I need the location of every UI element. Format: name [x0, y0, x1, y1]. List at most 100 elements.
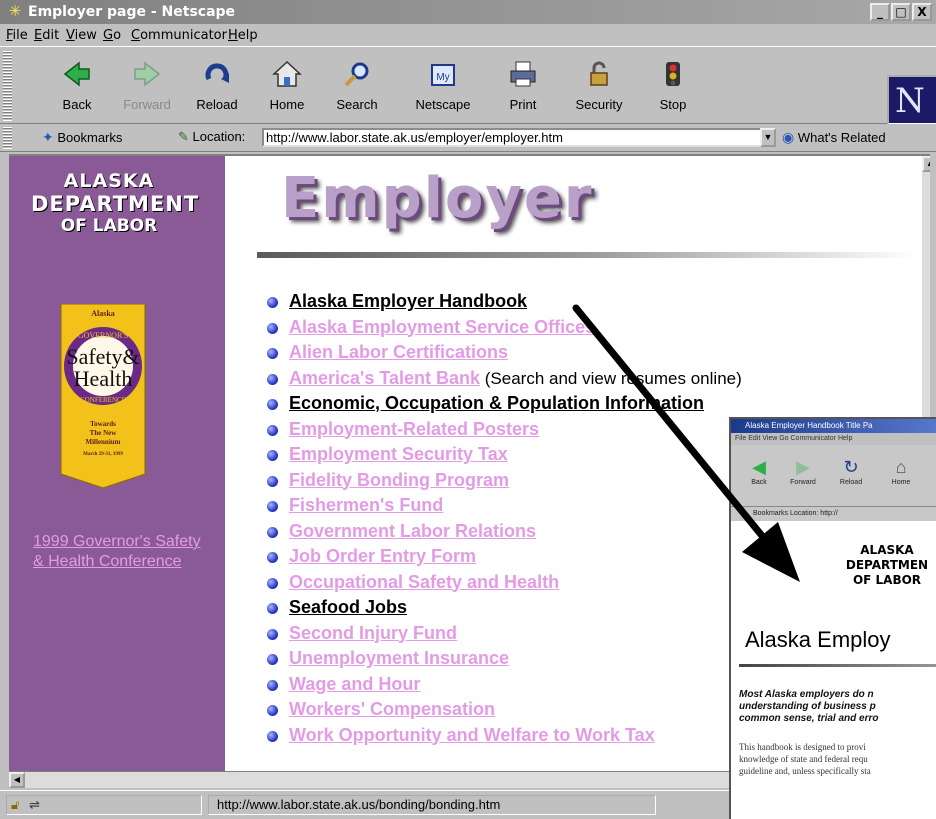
list-item: Alaska Employment Service Offices: [267, 317, 742, 343]
stop-button[interactable]: Stop: [640, 57, 706, 119]
menu-communicator[interactable]: Communicator: [131, 28, 227, 43]
menu-help[interactable]: Help: [228, 28, 258, 43]
reload-button[interactable]: Reload: [184, 57, 250, 119]
security-button[interactable]: Security: [566, 57, 632, 119]
employer-link[interactable]: Employment Security Tax: [289, 444, 508, 464]
list-item: America's Talent Bank (Search and view r…: [267, 368, 742, 394]
employer-link[interactable]: Seafood Jobs: [289, 597, 407, 617]
whats-related-button[interactable]: ◉ What's Related: [782, 126, 886, 148]
employer-link[interactable]: Alaska Employment Service Offices: [289, 317, 595, 337]
employer-link[interactable]: Work Opportunity and Welfare to Work Tax: [289, 725, 655, 745]
reload-label: Reload: [196, 97, 238, 112]
inset-reload-button: ↻ Reload: [831, 455, 871, 486]
inset-reload-icon: ↻: [843, 457, 859, 477]
employer-link[interactable]: Workers' Compensation: [289, 699, 495, 719]
page-proxy-icon[interactable]: ✎: [178, 129, 189, 144]
back-button[interactable]: Back: [44, 57, 110, 119]
location-label-text: Location:: [192, 129, 246, 144]
page-title: Employer: [281, 166, 594, 231]
inset-body-line: guideline and, unless specifically sta: [739, 766, 871, 776]
location-toolbar-grip[interactable]: [3, 127, 12, 149]
employer-link[interactable]: Government Labor Relations: [289, 521, 536, 541]
department-of-labor-logo[interactable]: ALASKA DEPARTMENT OF LABOR: [31, 170, 198, 250]
conference-link[interactable]: 1999 Governor's Safety & Health Conferen…: [33, 532, 213, 572]
bullet-icon: [267, 679, 278, 691]
bullet-icon: [267, 501, 278, 512]
inset-title-bar: Alaska Employer Handbook Title Pa: [731, 419, 936, 433]
list-item: Wage and Hour: [267, 674, 742, 700]
location-url-field[interactable]: http://www.labor.state.ak.us/employer/em…: [262, 128, 776, 147]
back-arrow-icon: [61, 59, 93, 89]
badge-towards-text: Towards: [90, 420, 116, 428]
toolbar-grip[interactable]: [3, 51, 12, 121]
inset-home-button: ⌂ Home: [881, 455, 921, 486]
maximize-button[interactable]: □: [891, 3, 911, 21]
inset-home-label: Home: [891, 479, 911, 486]
employer-link[interactable]: Alaska Employer Handbook: [289, 291, 527, 311]
inset-forward-label: Forward: [790, 479, 816, 486]
employer-link[interactable]: Occupational Safety and Health: [289, 572, 559, 592]
bullet-icon: [267, 552, 278, 563]
employer-link[interactable]: Fishermen's Fund: [289, 495, 443, 515]
handbook-inset-screenshot: Alaska Employer Handbook Title Pa File E…: [729, 417, 936, 819]
whats-related-label: What's Related: [797, 130, 886, 145]
inset-logo-line-3: OF LABOR: [852, 573, 922, 587]
home-button[interactable]: Home: [254, 57, 320, 119]
netscape-button[interactable]: My Netscape: [410, 57, 476, 119]
menu-edit[interactable]: Edit: [34, 28, 59, 43]
inset-forward-button: ▶ Forward: [783, 455, 823, 486]
inset-back-icon: ◀: [752, 457, 766, 477]
inset-body-text: This handbook is designed to provi knowl…: [739, 741, 936, 777]
employer-link[interactable]: Wage and Hour: [289, 674, 420, 694]
forward-button[interactable]: Forward: [114, 57, 180, 119]
bookmarks-button[interactable]: ✦ Bookmarks: [42, 126, 122, 148]
employer-link[interactable]: Employment-Related Posters: [289, 419, 539, 439]
inset-location-bar: Bookmarks Location: http://: [731, 507, 936, 521]
list-item: Economic, Occupation & Population Inform…: [267, 393, 742, 419]
menu-view[interactable]: View: [66, 28, 97, 43]
home-label: Home: [269, 97, 305, 112]
list-item: Employment-Related Posters: [267, 419, 742, 445]
employer-link[interactable]: Fidelity Bonding Program: [289, 470, 509, 490]
list-item: Occupational Safety and Health: [267, 572, 742, 598]
employer-link[interactable]: America's Talent Bank: [289, 368, 480, 388]
employer-link[interactable]: Job Order Entry Form: [289, 546, 476, 566]
netscape-throbber[interactable]: N: [887, 75, 936, 125]
list-item: Fidelity Bonding Program: [267, 470, 742, 496]
inset-home-icon: ⌂: [895, 457, 907, 477]
inset-menu-bar: File Edit View Go Communicator Help: [731, 433, 936, 445]
scroll-left-button[interactable]: ◀: [9, 772, 25, 788]
employer-link[interactable]: Alien Labor Certifications: [289, 342, 508, 362]
location-toolbar: ✦ Bookmarks ✎ Location: http://www.labor…: [0, 124, 936, 152]
inset-toolbar: ◀ Back ▶ Forward ↻ Reload ⌂ Home: [731, 445, 936, 507]
employer-link[interactable]: Unemployment Insurance: [289, 648, 509, 668]
menu-go[interactable]: Go: [103, 28, 121, 43]
browser-window: ✳ Employer page - Netscape _ □ X File Ed…: [0, 0, 936, 819]
print-button[interactable]: Print: [490, 57, 556, 119]
inset-logo-line-1: ALASKA: [860, 543, 914, 557]
search-button[interactable]: Search: [324, 57, 390, 119]
menu-file[interactable]: File: [6, 28, 28, 43]
list-item: Job Order Entry Form: [267, 546, 742, 572]
print-label: Print: [509, 97, 537, 112]
security-status-icon[interactable]: 🔓︎: [11, 797, 19, 812]
badge-dates-text: March 29-31, 1999: [83, 452, 123, 457]
employer-link-list: Alaska Employer Handbook Alaska Employmen…: [267, 291, 742, 750]
list-item: Unemployment Insurance: [267, 648, 742, 674]
scroll-up-button[interactable]: ▲: [922, 156, 930, 172]
netscape-n-letter: N: [895, 81, 925, 121]
badge-governors-text: GOVERNOR'S: [78, 331, 128, 340]
bullet-icon: [267, 399, 278, 410]
online-status-icon[interactable]: ⇌: [29, 797, 40, 812]
bullet-icon: [267, 475, 278, 487]
inset-intro-text: Most Alaska employers do n understanding…: [739, 689, 936, 725]
logo-line-3: OF LABOR: [60, 216, 158, 236]
url-history-dropdown[interactable]: ▼: [760, 128, 776, 147]
inset-logo-line-2: DEPARTMEN: [845, 558, 929, 572]
safety-health-conference-badge[interactable]: Alaska GOVERNOR'S Safety& Health CONFERE…: [39, 304, 167, 488]
minimize-button[interactable]: _: [870, 3, 890, 21]
employer-link[interactable]: Economic, Occupation & Population Inform…: [289, 393, 704, 413]
close-button[interactable]: X: [912, 3, 932, 21]
employer-link[interactable]: Second Injury Fund: [289, 623, 457, 643]
search-icon: [341, 59, 373, 89]
